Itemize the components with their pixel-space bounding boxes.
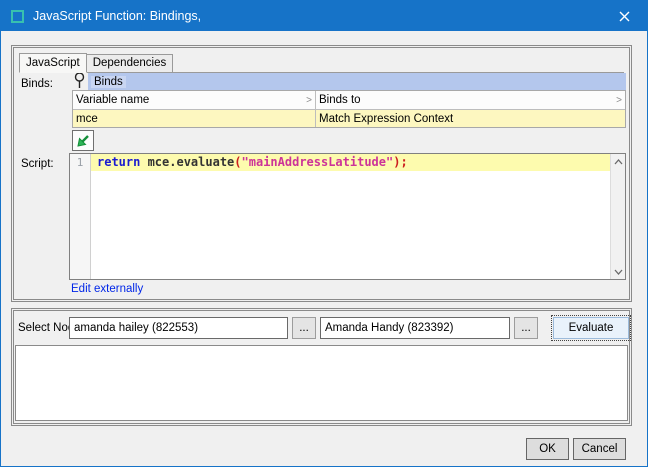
code-area[interactable]: return mce.evaluate("mainAddressLatitude… <box>91 154 610 279</box>
tabstrip: JavaScript Dependencies <box>19 52 624 73</box>
code-line-1[interactable]: return mce.evaluate("mainAddressLatitude… <box>91 154 610 171</box>
green-arrow-icon <box>75 133 91 149</box>
cancel-button[interactable]: Cancel <box>573 438 626 460</box>
close-icon <box>619 11 630 22</box>
binds-table: Variable name > Binds to > mce Match Exp… <box>72 90 626 128</box>
node-input-left[interactable] <box>69 317 288 339</box>
evaluate-button[interactable]: Evaluate <box>553 317 629 339</box>
chevron-right-icon: > <box>306 95 312 106</box>
script-editor[interactable]: 1 return mce.evaluate("mainAddressLatitu… <box>69 153 626 280</box>
binds-group-header[interactable]: Binds <box>88 73 626 90</box>
evaluate-groupbox: Select Nodes ... ... Evaluate <box>11 308 632 426</box>
browse-node-left-button[interactable]: ... <box>292 317 316 339</box>
binds-table-row[interactable]: mce Match Expression Context <box>73 109 625 127</box>
binding-target-cell[interactable]: Match Expression Context <box>316 110 625 127</box>
tab-dependencies[interactable]: Dependencies <box>87 54 174 72</box>
editor-scrollbar[interactable] <box>610 154 625 279</box>
chevron-down-icon <box>614 269 623 275</box>
code-keyword: return <box>97 155 140 169</box>
titlebar: JavaScript Function: Bindings, <box>1 1 647 31</box>
binding-variable-cell[interactable]: mce <box>73 110 316 127</box>
binds-group-header-label: Binds <box>91 76 126 88</box>
scroll-down-button[interactable] <box>611 264 625 279</box>
editor-groupbox: JavaScript Dependencies Binds: Binds Var… <box>11 45 632 302</box>
line-number: 1 <box>77 156 84 169</box>
ok-button[interactable]: OK <box>526 438 569 460</box>
chevron-right-icon: > <box>616 95 622 106</box>
chevron-up-icon <box>614 159 623 165</box>
scroll-up-button[interactable] <box>611 154 625 169</box>
pin-icon <box>73 72 86 90</box>
edit-externally-link[interactable]: Edit externally <box>71 283 143 295</box>
tab-javascript[interactable]: JavaScript <box>19 53 87 73</box>
node-input-right[interactable] <box>320 317 510 339</box>
binds-table-header-row: Variable name > Binds to > <box>73 91 625 109</box>
close-button[interactable] <box>602 1 647 31</box>
code-close-paren: ); <box>393 155 407 169</box>
column-header-binds-to[interactable]: Binds to > <box>316 91 625 109</box>
binds-label: Binds: <box>21 78 53 90</box>
column-header-variable-name[interactable]: Variable name > <box>73 91 316 109</box>
dialog-window: JavaScript Function: Bindings, JavaScrip… <box>0 0 648 467</box>
line-number-gutter: 1 <box>70 154 91 279</box>
code-string: "mainAddressLatitude" <box>242 155 394 169</box>
add-binding-button[interactable] <box>72 130 94 151</box>
evaluation-results-area[interactable] <box>15 345 628 421</box>
window-title: JavaScript Function: Bindings, <box>33 9 201 23</box>
app-icon <box>11 10 24 23</box>
code-open-paren: ( <box>234 155 241 169</box>
browse-node-right-button[interactable]: ... <box>514 317 538 339</box>
script-label: Script: <box>21 158 54 170</box>
code-call: mce.evaluate <box>140 155 234 169</box>
